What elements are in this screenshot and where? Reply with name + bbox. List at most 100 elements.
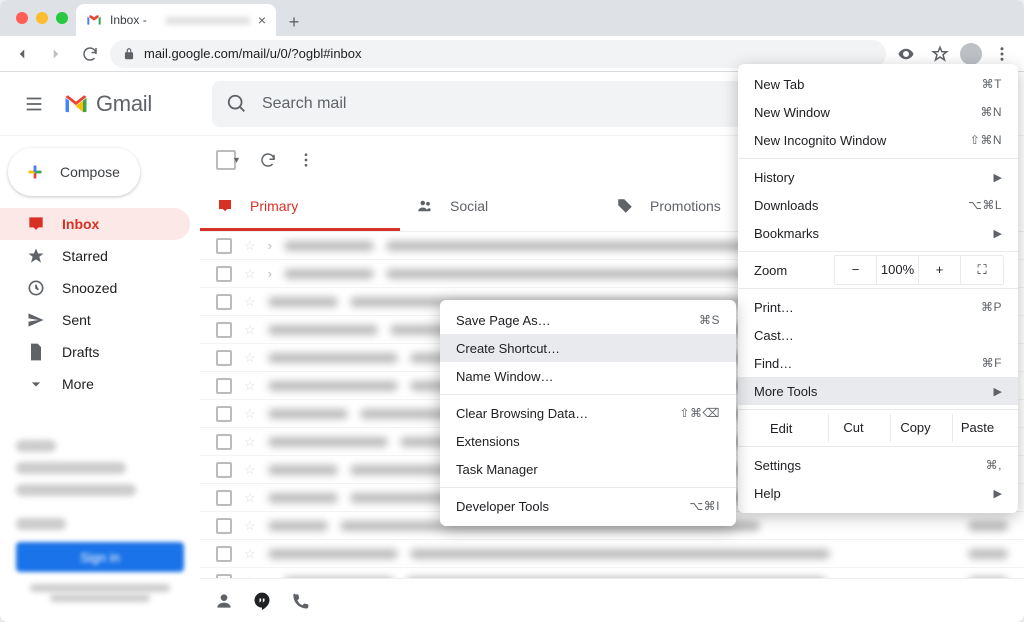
row-checkbox[interactable] [216, 238, 232, 254]
star-icon[interactable]: ☆ [244, 350, 256, 366]
sidebar-item-more[interactable]: More [0, 368, 190, 400]
inbox-icon [216, 197, 234, 215]
menu-downloads[interactable]: Downloads⌥⌘L [738, 191, 1018, 219]
sidebar-item-sent[interactable]: Sent [0, 304, 190, 336]
row-checkbox[interactable] [216, 322, 232, 338]
reload-button[interactable] [76, 40, 104, 68]
tab-strip: Inbox - xxxxxxxxxxxxxx × + [0, 0, 1024, 36]
row-checkbox[interactable] [216, 490, 232, 506]
submenu-developer-tools[interactable]: Developer Tools⌥⌘I [440, 492, 736, 520]
menu-new-window[interactable]: New Window⌘N [738, 98, 1018, 126]
row-checkbox[interactable] [216, 294, 232, 310]
row-checkbox[interactable] [216, 462, 232, 478]
compose-label: Compose [60, 164, 120, 180]
select-all-checkbox[interactable] [216, 150, 236, 170]
star-icon[interactable]: ☆ [244, 406, 256, 422]
star-icon[interactable]: ☆ [244, 238, 256, 254]
sidebar-item-drafts[interactable]: Drafts [0, 336, 190, 368]
plus-icon [22, 159, 48, 185]
star-icon[interactable]: ☆ [244, 462, 256, 478]
people-icon [416, 197, 434, 215]
row-checkbox[interactable] [216, 378, 232, 394]
star-icon[interactable]: ☆ [244, 294, 256, 310]
zoom-in-button[interactable]: + [919, 256, 961, 284]
sidebar-item-starred[interactable]: Starred [0, 240, 190, 272]
chevron-right-icon: ▶ [994, 385, 1002, 398]
submenu-task-manager[interactable]: Task Manager [440, 455, 736, 483]
tab-primary[interactable]: Primary [200, 184, 400, 231]
select-all-dropdown-icon[interactable]: ▾ [234, 155, 239, 166]
profile-avatar[interactable] [960, 43, 982, 65]
maximize-window-button[interactable] [56, 12, 68, 24]
row-checkbox[interactable] [216, 350, 232, 366]
more-actions-icon[interactable] [297, 151, 315, 169]
content-footer [200, 578, 1024, 622]
menu-history[interactable]: History▶ [738, 163, 1018, 191]
tab-label: Promotions [650, 198, 721, 214]
star-icon[interactable]: ☆ [244, 434, 256, 450]
chrome-main-menu: New Tab⌘T New Window⌘N New Incognito Win… [738, 64, 1018, 513]
menu-find[interactable]: Find…⌘F [738, 349, 1018, 377]
star-icon[interactable]: ☆ [244, 490, 256, 506]
star-icon[interactable]: ☆ [244, 266, 256, 282]
menu-cast[interactable]: Cast… [738, 321, 1018, 349]
gmail-logo-icon [62, 90, 90, 118]
tab-title: Inbox - [110, 13, 158, 27]
minimize-window-button[interactable] [36, 12, 48, 24]
person-icon[interactable] [214, 591, 234, 611]
main-menu-icon[interactable] [16, 86, 52, 122]
row-checkbox[interactable] [216, 546, 232, 562]
star-icon[interactable]: ☆ [244, 518, 256, 534]
fullscreen-icon[interactable]: ⛶ [961, 256, 1003, 284]
submenu-create-shortcut[interactable]: Create Shortcut… [440, 334, 736, 362]
submenu-name-window[interactable]: Name Window… [440, 362, 736, 390]
row-checkbox[interactable] [216, 518, 232, 534]
menu-print[interactable]: Print…⌘P [738, 293, 1018, 321]
mail-row[interactable]: ☆ [200, 540, 1024, 568]
compose-button[interactable]: Compose [8, 148, 140, 196]
chevron-right-icon: ▶ [994, 227, 1002, 240]
row-checkbox[interactable] [216, 434, 232, 450]
browser-window: Inbox - xxxxxxxxxxxxxx × + mail.google.c… [0, 0, 1024, 622]
menu-settings[interactable]: Settings⌘, [738, 451, 1018, 479]
menu-new-incognito[interactable]: New Incognito Window⇧⌘N [738, 126, 1018, 154]
mail-row[interactable]: ☆› [200, 568, 1024, 578]
row-checkbox[interactable] [216, 266, 232, 282]
chevron-down-icon [26, 374, 46, 394]
menu-cut[interactable]: Cut [828, 414, 878, 442]
close-window-button[interactable] [16, 12, 28, 24]
star-icon[interactable]: ☆ [244, 378, 256, 394]
hangouts-icon[interactable] [252, 591, 272, 611]
tab-label: Primary [250, 198, 298, 214]
gmail-favicon [86, 12, 102, 28]
menu-bookmarks[interactable]: Bookmarks▶ [738, 219, 1018, 247]
browser-tab[interactable]: Inbox - xxxxxxxxxxxxxx × [76, 4, 276, 36]
refresh-icon[interactable] [259, 151, 277, 169]
star-icon[interactable]: ☆ [244, 546, 256, 562]
star-icon[interactable]: ☆ [244, 322, 256, 338]
menu-help[interactable]: Help▶ [738, 479, 1018, 507]
forward-button[interactable] [42, 40, 70, 68]
star-icon [26, 246, 46, 266]
sidebar-item-inbox[interactable]: Inbox [0, 208, 190, 240]
row-checkbox[interactable] [216, 406, 232, 422]
gmail-logo[interactable]: Gmail [62, 90, 152, 118]
back-button[interactable] [8, 40, 36, 68]
sidebar-label: Starred [62, 248, 108, 264]
sidebar-label: Snoozed [62, 280, 117, 296]
tab-close-icon[interactable]: × [258, 12, 266, 28]
tab-social[interactable]: Social [400, 184, 600, 231]
menu-paste[interactable]: Paste [952, 414, 1002, 442]
menu-copy[interactable]: Copy [890, 414, 940, 442]
menu-new-tab[interactable]: New Tab⌘T [738, 70, 1018, 98]
new-tab-button[interactable]: + [280, 8, 308, 36]
sidebar-cta-button[interactable]: Sign in [16, 542, 184, 572]
phone-icon[interactable] [290, 591, 310, 611]
submenu-extensions[interactable]: Extensions [440, 427, 736, 455]
zoom-out-button[interactable]: − [835, 256, 877, 284]
menu-edit-row: Edit Cut Copy Paste [738, 414, 1018, 442]
submenu-save-page[interactable]: Save Page As…⌘S [440, 306, 736, 334]
submenu-clear-browsing[interactable]: Clear Browsing Data…⇧⌘⌫ [440, 399, 736, 427]
sidebar-item-snoozed[interactable]: Snoozed [0, 272, 190, 304]
menu-more-tools[interactable]: More Tools▶ [738, 377, 1018, 405]
